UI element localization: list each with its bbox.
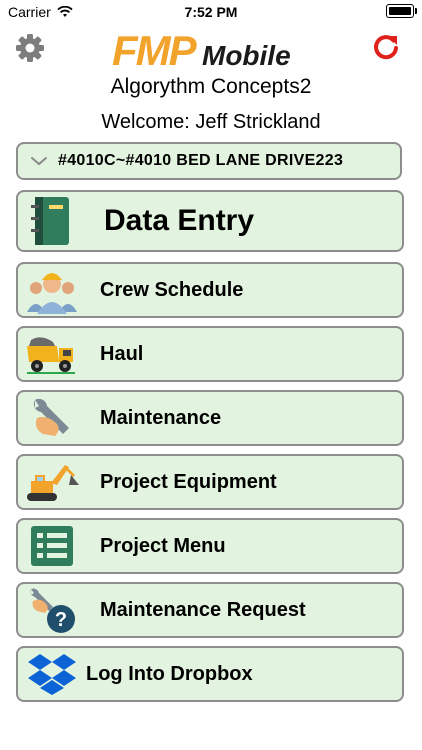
crew-schedule-label: Crew Schedule [100,278,244,301]
logo-fmp: FMP [112,27,197,74]
haul-button[interactable]: Haul [16,326,404,382]
maintenance-button[interactable]: Maintenance [16,390,404,446]
welcome-message: Welcome: Jeff Strickland [101,111,321,133]
notebook-icon [31,197,69,245]
chevron-down-icon [31,157,47,166]
project-selector[interactable]: #4010C~#4010 BED LANE DRIVE223 [16,142,402,180]
dropbox-login-button[interactable]: Log Into Dropbox [16,646,404,702]
excavator-icon [27,465,79,501]
battery-icon [386,4,417,18]
wrench-icon [33,398,69,436]
dropbox-login-label: Log Into Dropbox [86,662,253,685]
clock: 7:52 PM [184,4,238,20]
project-equipment-button[interactable]: Project Equipment [16,454,404,510]
project-equipment-label: Project Equipment [100,470,277,493]
logo-mobile: Mobile [202,40,291,71]
refresh-icon[interactable] [370,32,402,64]
crew-schedule-button[interactable]: Crew Schedule [16,262,404,318]
maintenance-request-button[interactable]: ? Maintenance Request [16,582,404,638]
list-icon [31,526,73,566]
project-selected-value: #4010C~#4010 BED LANE DRIVE223 [58,152,344,169]
maintenance-request-label: Maintenance Request [100,598,306,621]
wrench-question-icon: ? [30,588,75,633]
data-entry-button[interactable]: Data Entry [16,190,404,252]
status-bar: Carrier 7:52 PM [0,0,422,24]
maintenance-label: Maintenance [100,406,222,429]
gear-icon[interactable] [14,32,46,64]
fmp-mobile-logo: FMP Mobile [112,28,302,74]
crew-icon [27,273,77,314]
dump-truck-icon [27,337,75,374]
svg-text:?: ? [55,609,67,631]
company-name: Algorythm Concepts2 [110,75,312,98]
dropbox-icon [28,654,76,695]
project-menu-button[interactable]: Project Menu [16,518,404,574]
data-entry-label: Data Entry [104,204,255,237]
project-menu-label: Project Menu [100,534,226,557]
haul-label: Haul [100,342,144,365]
